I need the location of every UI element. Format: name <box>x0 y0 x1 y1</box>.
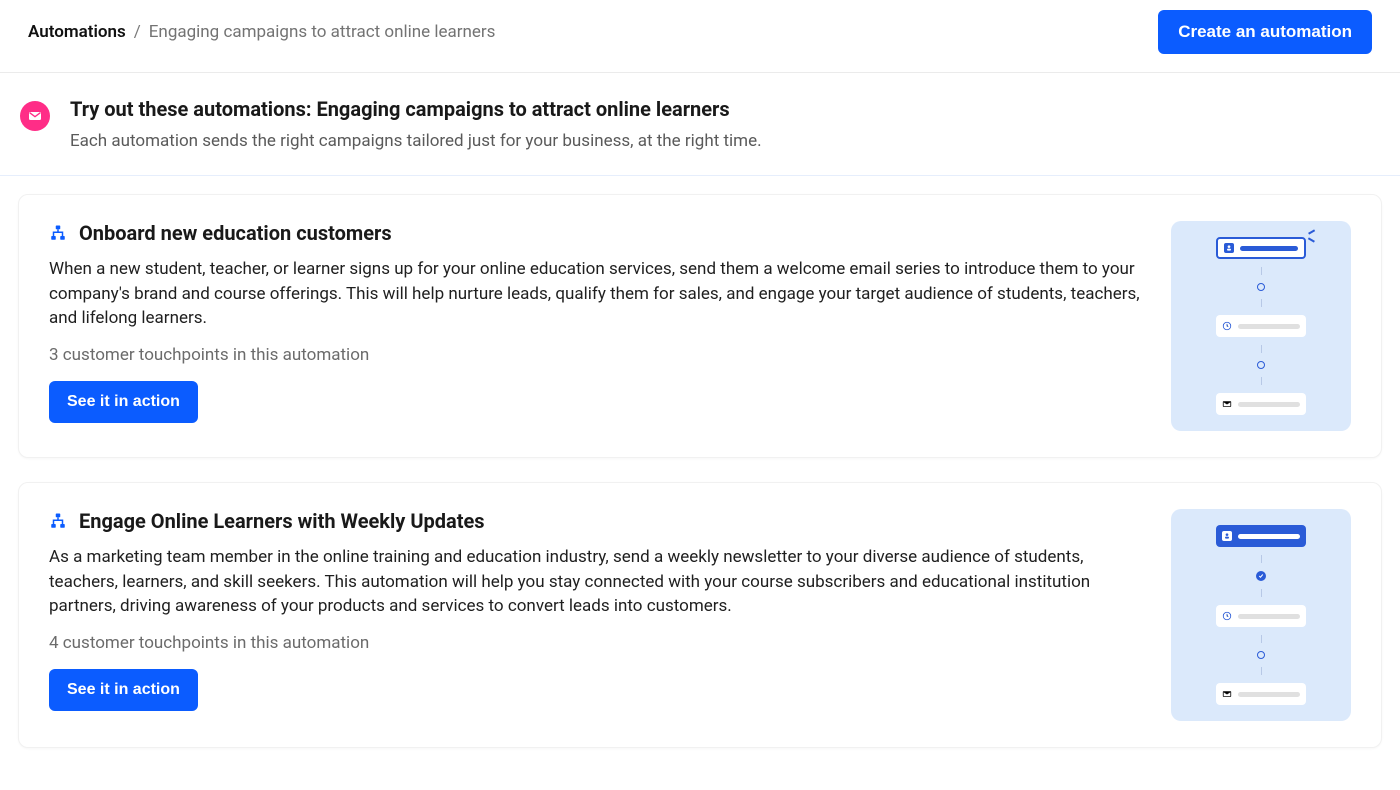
connector-line <box>1261 667 1262 675</box>
mail-icon <box>1222 689 1232 699</box>
person-icon <box>1224 243 1234 253</box>
breadcrumb-current: Engaging campaigns to attract online lea… <box>149 22 496 42</box>
node-dot <box>1257 361 1265 369</box>
breadcrumb-separator: / <box>134 22 141 42</box>
card-touchpoints: 4 customer touchpoints in this automatio… <box>49 633 1141 653</box>
card-title: Engage Online Learners with Weekly Updat… <box>79 509 485 533</box>
person-icon <box>1222 531 1232 541</box>
create-automation-button[interactable]: Create an automation <box>1158 10 1372 54</box>
node-dot <box>1257 651 1265 659</box>
connector-line <box>1261 299 1262 307</box>
automation-thumbnail <box>1171 509 1351 721</box>
card-title: Onboard new education customers <box>79 221 392 245</box>
page-header: Automations / Engaging campaigns to attr… <box>0 0 1400 73</box>
mail-icon <box>1222 399 1232 409</box>
connector-line <box>1261 267 1262 275</box>
card-description: When a new student, teacher, or learner … <box>49 257 1141 331</box>
automation-thumbnail <box>1171 221 1351 431</box>
clock-icon <box>1222 321 1232 331</box>
automation-card: Engage Online Learners with Weekly Updat… <box>18 482 1382 748</box>
see-it-in-action-button[interactable]: See it in action <box>49 669 198 711</box>
intro-section: Try out these automations: Engaging camp… <box>0 73 1400 176</box>
breadcrumb: Automations / Engaging campaigns to attr… <box>28 22 495 42</box>
connector-line <box>1261 589 1262 597</box>
check-dot-icon <box>1256 571 1266 581</box>
clock-icon <box>1222 611 1232 621</box>
connector-line <box>1261 345 1262 353</box>
connector-line <box>1261 635 1262 643</box>
node-dot <box>1257 283 1265 291</box>
connector-line <box>1261 555 1262 563</box>
intro-subtext: Each automation sends the right campaign… <box>70 131 762 151</box>
card-touchpoints: 3 customer touchpoints in this automatio… <box>49 345 1141 365</box>
flow-icon <box>49 512 67 530</box>
breadcrumb-root[interactable]: Automations <box>28 22 126 42</box>
cards-container: Onboard new education customers When a n… <box>0 176 1400 790</box>
intro-heading: Try out these automations: Engaging camp… <box>70 97 762 121</box>
card-description: As a marketing team member in the online… <box>49 545 1141 619</box>
envelope-badge-icon <box>20 101 50 131</box>
flow-icon <box>49 224 67 242</box>
connector-line <box>1261 377 1262 385</box>
see-it-in-action-button[interactable]: See it in action <box>49 381 198 423</box>
automation-card: Onboard new education customers When a n… <box>18 194 1382 458</box>
